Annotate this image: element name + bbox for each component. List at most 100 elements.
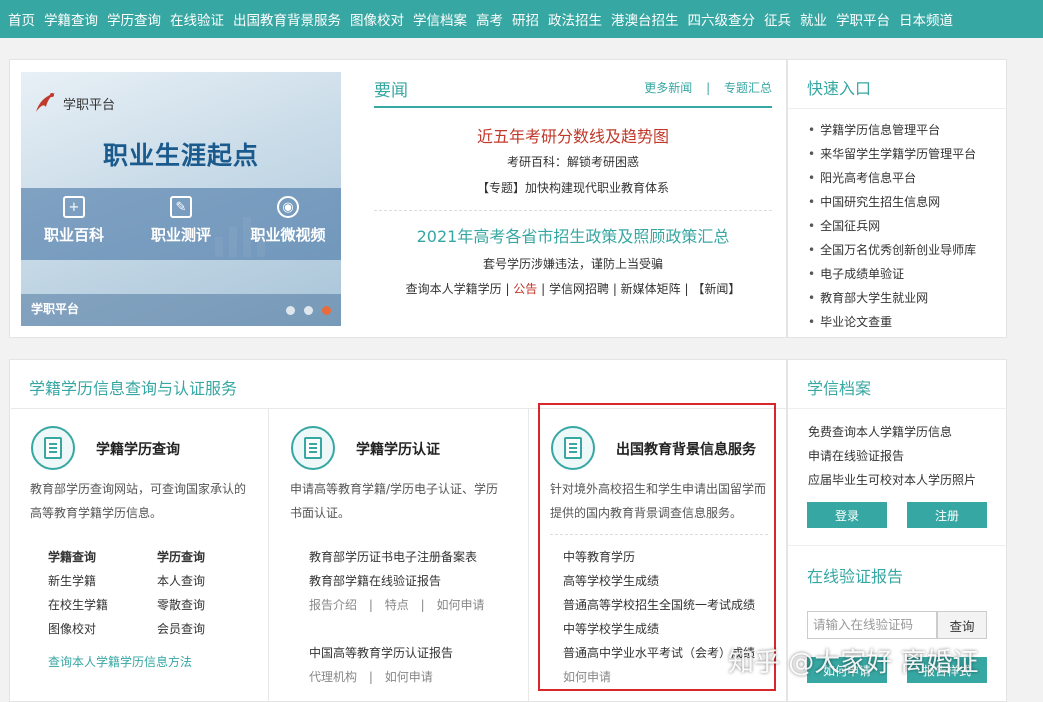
- carousel-dot[interactable]: [304, 306, 313, 315]
- nav-conscription[interactable]: 征兵: [764, 9, 791, 29]
- col1-link[interactable]: 零散查询: [157, 593, 205, 617]
- col2-list: 教育部学历证书电子注册备案表 教育部学籍在线验证报告 报告介绍 | 特点 | 如…: [309, 545, 484, 617]
- top-nav: 首页 学籍查询 学历查询 在线验证 出国教育背景服务 图像校对 学信档案 高考 …: [0, 0, 1043, 38]
- col2-desc: 申请高等教育学籍/学历电子认证、学历 书面认证。: [290, 477, 498, 525]
- col1-title[interactable]: 学籍学历查询: [96, 439, 180, 459]
- archive-link[interactable]: 申请在线验证报告: [808, 444, 976, 468]
- archive-link[interactable]: 免费查询本人学籍学历信息: [808, 420, 976, 444]
- nav-graduate[interactable]: 研招: [512, 9, 539, 29]
- tile-career-video[interactable]: ◉ 职业微视频: [238, 196, 338, 245]
- col2-link[interactable]: 中国高等教育学历认证报告: [309, 641, 453, 665]
- recruitment-link[interactable]: 学信网招聘: [549, 282, 609, 296]
- col1-link[interactable]: 图像校对: [48, 617, 108, 641]
- banner-logo-text: 学职平台: [63, 97, 116, 113]
- quick-link[interactable]: 阳光高考信息平台: [808, 166, 976, 190]
- col2-desc-line: 书面认证。: [290, 506, 351, 520]
- nav-law-admission[interactable]: 政法招生: [548, 9, 602, 29]
- news-sub-link-2[interactable]: 【专题】加快构建现代职业教育体系: [374, 179, 772, 196]
- degree-query-heading: 学历查询: [157, 550, 206, 564]
- col2-link[interactable]: 教育部学历证书电子注册备案表: [309, 545, 484, 569]
- quick-link[interactable]: 教育部大学生就业网: [808, 286, 976, 310]
- register-button[interactable]: 注册: [907, 502, 987, 528]
- quick-link[interactable]: 全国征兵网: [808, 214, 976, 238]
- col1-list-a: 学籍查询 新生学籍 在校生学籍 图像校对: [48, 545, 108, 641]
- nav-online-verify[interactable]: 在线验证: [170, 9, 224, 29]
- headline-link-1[interactable]: 近五年考研分数线及趋势图: [374, 123, 772, 147]
- col1-link[interactable]: 会员查询: [157, 617, 205, 641]
- nav-hmt-admission[interactable]: 港澳台招生: [611, 9, 679, 29]
- quick-link[interactable]: 毕业论文查重: [808, 310, 976, 334]
- more-news-link[interactable]: 更多新闻: [644, 81, 692, 95]
- column-divider: [528, 408, 529, 702]
- tile-career-assessment[interactable]: ✎ 职业测评: [131, 196, 231, 245]
- quick-link[interactable]: 来华留学生学籍学历管理平台: [808, 142, 976, 166]
- query-self-link[interactable]: 查询本人学籍学历: [406, 282, 502, 296]
- banner-logo: 学职平台: [33, 90, 115, 116]
- col1-list-b: 学历查询 本人查询 零散查询 会员查询: [157, 545, 205, 641]
- col2-sub-links: 代理机构 | 如何申请: [309, 670, 433, 684]
- report-intro-link[interactable]: 报告介绍: [309, 598, 357, 612]
- col1-link[interactable]: 新生学籍: [48, 569, 108, 593]
- nav-degree-query[interactable]: 学历查询: [107, 9, 161, 29]
- news-sub-link-3[interactable]: 套号学历涉嫌违法，谨防上当受骗: [374, 255, 772, 272]
- separator: |: [706, 81, 711, 95]
- nav-student-status[interactable]: 学籍查询: [44, 9, 98, 29]
- quick-link[interactable]: 全国万名优秀创新创业导师库: [808, 238, 976, 262]
- news-link-row: 查询本人学籍学历 | 公告 | 学信网招聘 | 新媒体矩阵 | 【新闻】: [405, 282, 741, 296]
- col1-link[interactable]: 在校生学籍: [48, 593, 108, 617]
- nav-overseas-service[interactable]: 出国教育背景服务: [233, 9, 341, 29]
- quick-link[interactable]: 电子成绩单验证: [808, 262, 976, 286]
- nav-career-platform[interactable]: 学职平台: [836, 9, 890, 29]
- divider: [788, 408, 1006, 409]
- col1-desc: 教育部学历查询网站，可查询国家承认的 高等教育学籍学历信息。: [30, 477, 246, 525]
- quick-entry-list: 学籍学历信息管理平台 来华留学生学籍学历管理平台 阳光高考信息平台 中国研究生招…: [808, 118, 976, 334]
- news-sub-link-1[interactable]: 考研百科：解锁考研困惑: [374, 153, 772, 170]
- how-to-apply-link[interactable]: 如何申请: [436, 598, 484, 612]
- archive-link[interactable]: 应届毕业生可校对本人学历照片: [808, 468, 976, 492]
- news-more-links: 更多新闻 | 专题汇总: [644, 79, 772, 96]
- verify-code-input[interactable]: 请输入在线验证码: [807, 611, 937, 639]
- certificate-icon: [291, 426, 335, 470]
- quick-link[interactable]: 学籍学历信息管理平台: [808, 118, 976, 142]
- nav-archive[interactable]: 学信档案: [413, 9, 467, 29]
- nav-employment[interactable]: 就业: [800, 9, 827, 29]
- career-banner[interactable]: 学职平台 职业生涯起点 + 职业百科 ✎ 职业测评 ◉ 职业微视频 学职平台: [21, 72, 341, 326]
- media-matrix-link[interactable]: 新媒体矩阵: [621, 282, 681, 296]
- col1-link[interactable]: 本人查询: [157, 569, 205, 593]
- features-link[interactable]: 特点: [385, 598, 409, 612]
- query-method-link[interactable]: 查询本人学籍学历信息方法: [48, 650, 192, 674]
- news-tag-link[interactable]: 【新闻】: [692, 282, 740, 296]
- col1-desc-line: 教育部学历查询网站，可查询国家承认的: [30, 482, 247, 496]
- nav-japan-channel[interactable]: 日本频道: [899, 9, 953, 29]
- tile-label: 职业微视频: [250, 226, 326, 244]
- carousel-dots: [277, 306, 331, 315]
- nav-cet-scores[interactable]: 四六级查分: [688, 9, 756, 29]
- quick-link[interactable]: 中国研究生招生信息网: [808, 190, 976, 214]
- news-title: 要闻: [374, 81, 408, 101]
- how-to-apply-link[interactable]: 如何申请: [385, 670, 433, 684]
- banner-footer-label: 学职平台: [31, 302, 80, 316]
- student-status-heading: 学籍查询: [48, 550, 97, 564]
- col2-desc-line: 申请高等教育学籍/学历电子认证、学历: [290, 482, 499, 496]
- nav-gaokao[interactable]: 高考: [476, 9, 503, 29]
- headline-link-2[interactable]: 2021年高考各省市招生政策及照顾政策汇总: [374, 223, 772, 247]
- login-button[interactable]: 登录: [807, 502, 887, 528]
- carousel-dot[interactable]: [286, 306, 295, 315]
- col2-link[interactable]: 教育部学籍在线验证报告: [309, 569, 484, 593]
- col1-desc-line: 高等教育学籍学历信息。: [30, 506, 163, 520]
- col2-title[interactable]: 学籍学历认证: [356, 439, 440, 459]
- nav-home[interactable]: 首页: [8, 9, 35, 29]
- tile-career-encyclopedia[interactable]: + 职业百科: [24, 196, 124, 245]
- notice-link[interactable]: 公告: [513, 282, 537, 296]
- news-header: 要闻 更多新闻 | 专题汇总: [374, 76, 772, 108]
- edit-doc-icon: ✎: [170, 196, 192, 218]
- verify-title: 在线验证报告: [807, 567, 904, 586]
- nav-image-check[interactable]: 图像校对: [350, 9, 404, 29]
- verify-query-button[interactable]: 查询: [937, 611, 987, 639]
- tile-label: 职业测评: [150, 226, 211, 244]
- news-divider: [374, 210, 772, 211]
- topics-link[interactable]: 专题汇总: [724, 81, 772, 95]
- carousel-dot-active[interactable]: [322, 306, 331, 315]
- agency-link[interactable]: 代理机构: [309, 670, 357, 684]
- archive-list: 免费查询本人学籍学历信息 申请在线验证报告 应届毕业生可校对本人学历照片: [808, 420, 976, 492]
